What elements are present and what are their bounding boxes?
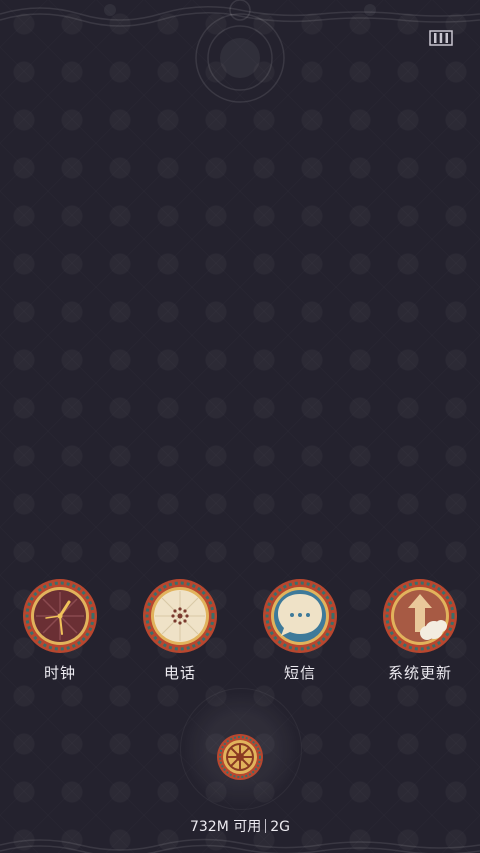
bottom-ornament	[0, 838, 480, 853]
dharma-wheel-icon[interactable]	[216, 733, 264, 781]
menu-bars-icon[interactable]	[429, 30, 453, 46]
message-icon	[263, 579, 337, 653]
phone-icon	[143, 579, 217, 653]
app-label: 系统更新	[387, 664, 452, 682]
app-dock: 时钟 电话 短信 系统更新	[0, 578, 480, 688]
app-system-update[interactable]: 系统更新	[365, 578, 475, 683]
top-ornament	[0, 0, 480, 103]
app-label: 时钟	[43, 664, 76, 682]
app-clock[interactable]: 时钟	[5, 578, 115, 683]
system-update-icon	[383, 579, 457, 653]
app-label: 短信	[283, 664, 316, 682]
app-label: 电话	[163, 664, 196, 682]
app-phone[interactable]: 电话	[125, 578, 235, 683]
app-messages[interactable]: 短信	[245, 578, 355, 683]
clock-icon	[23, 579, 97, 653]
